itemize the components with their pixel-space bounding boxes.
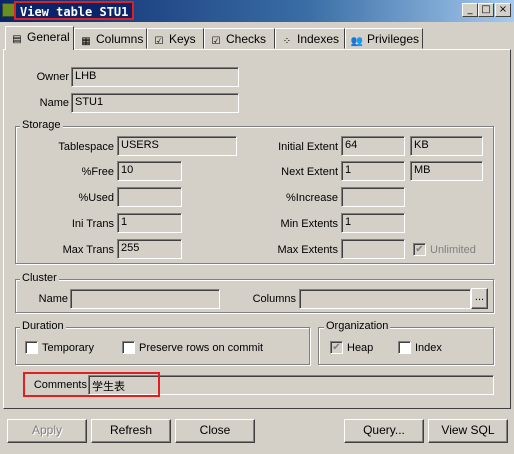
tab-checks[interactable]: ☑ Checks [204,28,275,49]
index-label: Index [415,342,442,354]
unlimited-checkbox[interactable]: ✔ [413,243,426,256]
pctincrease-field[interactable] [341,187,405,207]
min-extents-label: Min Extents [280,218,338,230]
pctfree-field[interactable]: 10 [117,161,182,181]
pctused-label: %Used [78,192,114,204]
next-extent-unit-select[interactable]: MB [410,161,483,181]
next-extent-label: Next Extent [281,166,338,178]
tab-general-label: General [27,30,70,44]
tab-indexes-label: Indexes [297,32,340,46]
initial-extent-field[interactable]: 64 [341,136,405,156]
tab-privileges-label: Privileges [367,32,420,46]
close-button[interactable]: Close [175,419,255,443]
apply-button[interactable]: Apply [7,419,87,443]
comments-value: 学生表 [92,381,125,393]
initial-extent-label: Initial Extent [278,141,338,153]
initrans-field[interactable]: 1 [117,213,182,233]
next-extent-field[interactable]: 1 [341,161,405,181]
cluster-group-title: Cluster [20,272,59,284]
unlimited-label: Unlimited [430,244,476,256]
checks-tab-icon: ☑ [211,36,221,47]
storage-group-title: Storage [20,119,63,131]
cluster-name-field[interactable] [70,289,220,309]
preserve-rows-label: Preserve rows on commit [139,342,264,354]
tablespace-field[interactable]: USERS [117,136,237,156]
indexes-tab-icon: ⁘ [282,36,292,47]
tab-indexes[interactable]: ⁘ Indexes [275,28,345,49]
tab-keys[interactable]: ☑ Keys [147,28,204,49]
maximize-button[interactable]: □ [478,3,494,17]
privileges-tab-icon: 👥 [350,36,364,47]
view-sql-button[interactable]: View SQL [428,419,508,443]
comments-field[interactable]: 学生表 [88,375,494,395]
pctincrease-label: %Increase [286,192,338,204]
window-title: View table STU1 [14,1,135,20]
preserve-rows-checkbox[interactable] [122,341,135,354]
query-button[interactable]: Query... [344,419,424,443]
duration-group-title: Duration [20,320,66,332]
keys-tab-icon: ☑ [154,36,164,47]
temporary-checkbox[interactable] [25,341,38,354]
tab-general[interactable]: ▤ General [5,26,74,50]
minimize-button[interactable]: _ [462,3,478,17]
refresh-button[interactable]: Refresh [91,419,171,443]
tablespace-label: Tablespace [58,141,114,153]
max-extents-label: Max Extents [277,244,338,256]
tab-keys-label: Keys [169,32,196,46]
cluster-columns-label: Columns [252,293,296,305]
tab-checks-label: Checks [226,32,267,46]
initrans-label: Ini Trans [71,218,114,230]
comments-label: Comments [33,379,87,391]
pctused-field[interactable] [117,187,182,207]
tab-columns[interactable]: ▦ Columns [74,28,147,49]
min-extents-field[interactable]: 1 [341,213,405,233]
index-checkbox[interactable] [398,341,411,354]
heap-label: Heap [347,342,374,354]
max-extents-field[interactable] [341,239,405,259]
close-window-button[interactable]: × [495,3,511,17]
temporary-label: Temporary [42,342,94,354]
maxtrans-field[interactable]: 255 [117,239,182,259]
cluster-name-label: Name [38,293,68,305]
columns-tab-icon: ▦ [81,36,91,47]
cluster-columns-field[interactable] [299,289,471,309]
heap-checkbox[interactable]: ✔ [330,341,343,354]
maxtrans-label: Max Trans [62,244,114,256]
tab-columns-label: Columns [96,32,144,46]
general-tab-icon: ▤ [12,34,22,45]
initial-extent-unit-select[interactable]: KB [410,136,483,156]
cluster-columns-browse-button[interactable]: ... [471,288,488,309]
tab-privileges[interactable]: 👥 Privileges [345,28,423,49]
pctfree-label: %Free [81,166,114,178]
organization-group-title: Organization [324,320,391,332]
